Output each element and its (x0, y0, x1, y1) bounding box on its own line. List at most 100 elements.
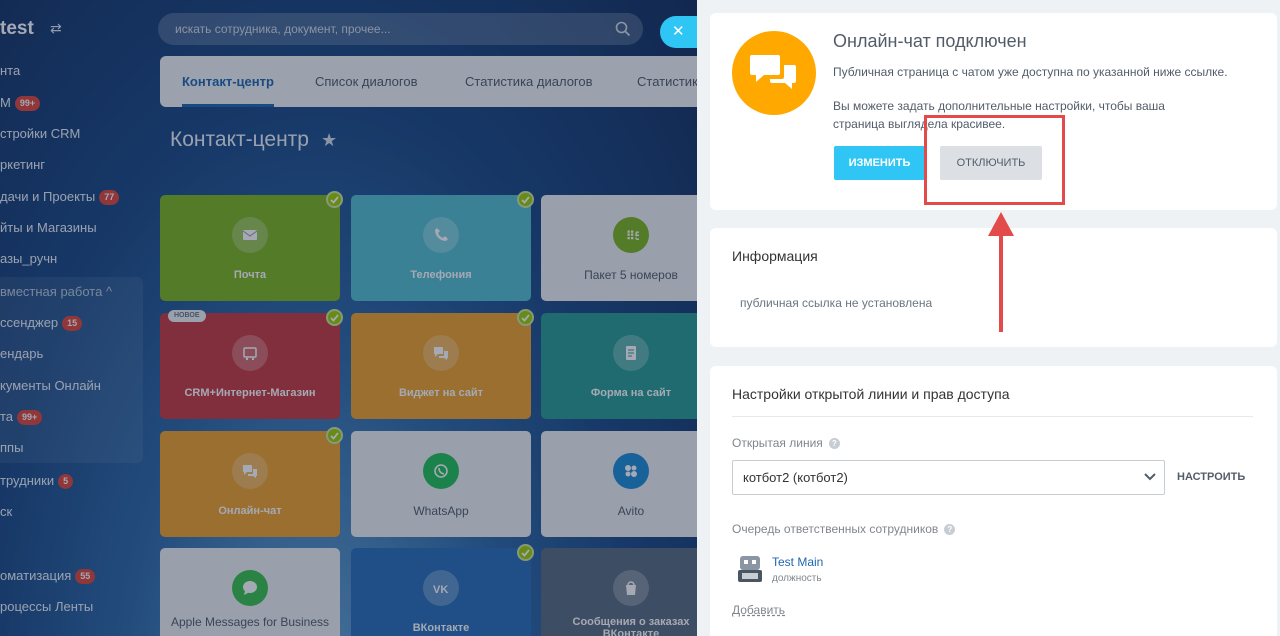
sidebar-item-label: дачи и Проекты (0, 189, 96, 204)
sidebar-item[interactable]: азы_ручн (0, 249, 57, 269)
package-icon: ⠿5 (613, 217, 649, 253)
help-icon[interactable]: ? (828, 438, 840, 449)
page-title: Контакт-центр (170, 128, 309, 151)
connector-tile[interactable]: Сообщения о заказах ВКонтакте (541, 548, 700, 636)
settings-title: Настройки открытой линии и прав доступа (732, 386, 1010, 402)
chat-icon (232, 453, 268, 489)
check-icon (326, 309, 343, 326)
background-app: test ⇄ нта М 99+ стройки CRM ркетинг дачи и П… (0, 0, 700, 636)
change-button[interactable]: ИЗМЕНИТЬ (834, 146, 925, 180)
connector-tile[interactable]: Виджет на сайт (351, 309, 534, 419)
counter-badge: 5 (58, 474, 74, 489)
sidebar-item[interactable]: ск (0, 502, 12, 522)
open-line-select[interactable]: котбот2 (котбот2) (732, 460, 1165, 495)
svg-text:⠿5: ⠿5 (626, 229, 639, 243)
sidebar-item[interactable]: ркетинг (0, 155, 45, 175)
tile-label: WhatsApp (413, 504, 469, 518)
connector-tile[interactable]: Avito (541, 431, 700, 537)
connector-tile[interactable]: Телефония (351, 191, 534, 301)
sidebar-item[interactable]: нта (0, 61, 20, 81)
avito-icon (613, 453, 649, 489)
online-chat-logo (732, 31, 816, 115)
search-placeholder: искать сотрудника, документ, прочее... (175, 22, 391, 36)
tile-label: CRM+Интернет-Магазин (184, 387, 316, 399)
sidebar-item[interactable]: М 99+ (0, 93, 41, 113)
connector-tile[interactable]: Онлайн-чат (160, 427, 343, 537)
highlight-annotation (924, 115, 1065, 205)
configure-button[interactable]: НАСТРОИТЬ (1177, 471, 1245, 483)
connector-tile[interactable]: VK ВКонтакте (351, 544, 534, 636)
user-position: должность (772, 573, 822, 584)
chevron-down-icon (1144, 473, 1156, 481)
star-icon[interactable]: ★ (321, 130, 337, 151)
info-title: Информация (732, 248, 818, 264)
connector-tile[interactable]: ⠿5 Пакет 5 номеров (541, 195, 700, 301)
check-icon (326, 427, 343, 444)
counter-badge: 55 (75, 569, 96, 584)
user-name-link[interactable]: Test Main (772, 555, 823, 569)
open-line-label: Открытая линия? (732, 436, 840, 450)
counter-badge: 15 (62, 316, 83, 331)
queue-label: Очередь ответственных сотрудников? (732, 522, 956, 536)
sidebar-item[interactable]: дачи и Проекты 77 (0, 187, 120, 207)
check-icon (517, 309, 534, 326)
counter-badge: 77 (99, 190, 120, 205)
sidebar-item-label: ссенджер (0, 315, 59, 330)
counter-badge: 99+ (14, 96, 41, 111)
open-line-label-text: Открытая линия (732, 436, 823, 450)
tile-label: Телефония (410, 269, 472, 281)
tab-dialog-list[interactable]: Список диалогов (315, 56, 418, 107)
avatar[interactable] (736, 554, 764, 584)
sidebar-item-label: ркетинг (0, 157, 45, 172)
tab-dialog-stats[interactable]: Статистика диалогов (465, 56, 593, 107)
tile-label: ВКонтакте (412, 622, 470, 634)
left-sidebar: test ⇄ нта М 99+ стройки CRM ркетинг дачи и П… (0, 0, 145, 636)
connector-tile[interactable]: Apple Messages for Business (160, 548, 340, 636)
tab-stats-more[interactable]: Статистик (637, 56, 698, 107)
tile-label: Форма на сайт (590, 387, 672, 399)
check-icon (517, 544, 534, 561)
help-icon[interactable]: ? (944, 524, 956, 535)
close-slider-button[interactable]: ✕ (660, 16, 700, 48)
open-line-value: котбот2 (котбот2) (743, 470, 848, 485)
tab-contact-center[interactable]: Контакт-центр (182, 56, 274, 107)
sidebar-item[interactable]: ссенджер 15 (0, 313, 83, 333)
check-icon (326, 191, 343, 208)
arrow-up-annotation (988, 212, 1014, 332)
apple-messages-icon (232, 570, 268, 606)
whatsapp-icon (423, 453, 459, 489)
sidebar-item[interactable]: оматизация 55 (0, 566, 96, 586)
cart-icon (232, 335, 268, 371)
tile-label: Виджет на сайт (398, 387, 484, 399)
app-logo[interactable]: test (0, 18, 34, 40)
sidebar-item[interactable]: роцессы Ленты (0, 597, 93, 617)
connector-tile[interactable]: Форма на сайт (541, 313, 700, 419)
sidebar-item[interactable]: трудники 5 (0, 471, 74, 491)
swap-icon[interactable]: ⇄ (50, 20, 62, 37)
svg-text:VK: VK (433, 584, 448, 596)
settings-divider (732, 416, 1253, 417)
sidebar-item[interactable]: йты и Магазины (0, 218, 97, 238)
sidebar-item-label: роцессы Ленты (0, 599, 94, 614)
sidebar-item[interactable]: та 99+ (0, 407, 43, 427)
add-employee-link[interactable]: Добавить (732, 603, 785, 617)
sidebar-item-label: ск (0, 504, 13, 519)
search-input[interactable]: искать сотрудника, документ, прочее... (158, 13, 643, 45)
status-title: Онлайн-чат подключен (833, 31, 1027, 51)
sidebar-item-label: стройки CRM (0, 126, 81, 141)
connector-tile[interactable]: WhatsApp (351, 431, 531, 537)
connector-tile[interactable]: CRM+Интернет-Магазин НОВОЕ (160, 309, 343, 419)
sidebar-item[interactable]: стройки CRM (0, 124, 80, 144)
public-link-status: публичная ссылка не установлена (740, 296, 933, 310)
sidebar-item[interactable]: ппы (0, 438, 23, 458)
tile-label: Apple Messages for Business (170, 615, 330, 629)
sidebar-item[interactable]: ендарь (0, 344, 43, 364)
search-icon[interactable] (615, 21, 631, 37)
sidebar-item[interactable]: кументы Онлайн (0, 376, 101, 396)
connector-tile[interactable]: Почта (160, 191, 343, 301)
sidebar-item[interactable]: вместная работа ^ (0, 282, 112, 302)
vk-icon: VK (423, 570, 459, 606)
mail-icon (232, 217, 268, 253)
sidebar-item-label: ппы (0, 440, 24, 455)
status-text-public: Публичная страница с чатом уже доступна … (833, 65, 1228, 79)
